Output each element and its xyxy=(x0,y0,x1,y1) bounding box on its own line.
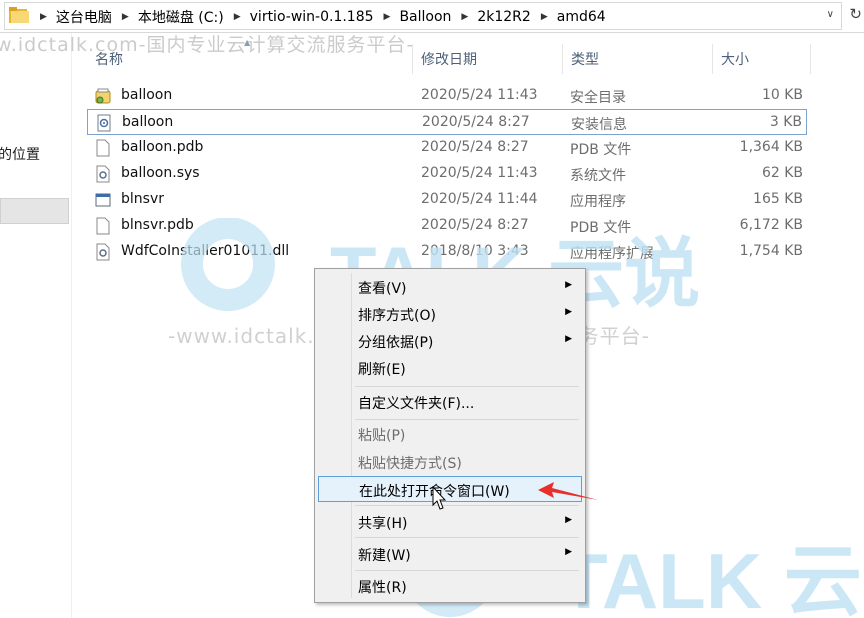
folder-icon xyxy=(9,7,29,23)
menu-item-share[interactable]: 共享(H) ▶ xyxy=(318,509,582,535)
file-row[interactable]: balloon 2020/5/24 11:43 安全目录 10 KB xyxy=(87,83,807,109)
file-size: 62 KB xyxy=(761,165,803,181)
submenu-arrow-icon: ▶ xyxy=(565,280,572,290)
menu-item-properties[interactable]: 属性(R) xyxy=(318,573,582,599)
menu-item-group[interactable]: 分组依据(P) ▶ xyxy=(318,328,582,354)
breadcrumb-item[interactable]: 这台电脑 xyxy=(56,7,112,27)
file-row[interactable]: blnsvr 2020/5/24 11:44 应用程序 165 KB xyxy=(87,187,807,213)
address-bar[interactable]: ▶ 这台电脑 ▶ 本地磁盘 (C:) ▶ virtio-win-0.1.185 … xyxy=(0,0,864,33)
setup-info-icon xyxy=(97,114,111,132)
menu-item-customize-folder[interactable]: 自定义文件夹(F)... xyxy=(318,389,582,415)
column-label: 类型 xyxy=(571,52,599,68)
chevron-right-icon[interactable]: ▶ xyxy=(384,12,391,22)
annotation-arrow-icon xyxy=(538,482,598,500)
file-date: 2020/5/24 8:27 xyxy=(422,114,530,130)
file-row[interactable]: balloon.sys 2020/5/24 11:43 系统文件 62 KB xyxy=(87,161,807,187)
column-label: 修改日期 xyxy=(421,52,477,68)
file-row[interactable]: balloon 2020/5/24 8:27 安装信息 3 KB xyxy=(87,109,807,135)
submenu-arrow-icon: ▶ xyxy=(565,515,572,525)
column-label: 大小 xyxy=(721,52,749,68)
application-icon xyxy=(95,193,111,207)
menu-separator xyxy=(355,505,579,506)
breadcrumb-item[interactable]: Balloon xyxy=(399,9,451,25)
menu-item-label: 分组依据(P) xyxy=(358,335,434,351)
menu-item-sort[interactable]: 排序方式(O) ▶ xyxy=(318,301,582,327)
breadcrumb: ▶ 这台电脑 ▶ 本地磁盘 (C:) ▶ virtio-win-0.1.185 … xyxy=(40,0,616,33)
file-size: 6,172 KB xyxy=(739,217,803,233)
menu-separator xyxy=(355,570,579,571)
column-label: 名称 xyxy=(95,52,123,68)
chevron-down-icon[interactable]: ∨ xyxy=(827,9,834,20)
menu-item-label: 查看(V) xyxy=(358,281,407,297)
mouse-cursor-icon xyxy=(432,486,447,510)
breadcrumb-item[interactable]: amd64 xyxy=(557,9,606,25)
menu-item-view[interactable]: 查看(V) ▶ xyxy=(318,274,582,300)
file-date: 2020/5/24 8:27 xyxy=(421,139,529,155)
menu-item-label: 粘贴(P) xyxy=(358,428,406,444)
file-type: 安装信息 xyxy=(571,117,627,133)
file-row[interactable]: balloon.pdb 2020/5/24 8:27 PDB 文件 1,364 … xyxy=(87,135,807,161)
chevron-right-icon[interactable]: ▶ xyxy=(122,12,129,22)
file-size: 3 KB xyxy=(769,114,802,130)
submenu-arrow-icon: ▶ xyxy=(565,334,572,344)
menu-separator xyxy=(355,386,579,387)
file-type: 安全目录 xyxy=(570,90,626,106)
file-size: 1,364 KB xyxy=(739,139,803,155)
menu-item-label: 共享(H) xyxy=(358,516,408,532)
file-type: 系统文件 xyxy=(570,168,626,184)
file-icon xyxy=(96,217,110,235)
menu-item-label: 新建(W) xyxy=(358,548,411,564)
file-type: 应用程序 xyxy=(570,194,626,210)
file-size: 165 KB xyxy=(753,191,803,207)
menu-item-new[interactable]: 新建(W) ▶ xyxy=(318,541,582,567)
sort-ascending-icon: ▲ xyxy=(244,38,251,47)
watermark-logo-text: TALK 云 xyxy=(560,537,862,618)
column-header-type[interactable]: 类型 xyxy=(563,44,713,74)
menu-item-label: 属性(R) xyxy=(358,580,407,596)
menu-item-label: 刷新(E) xyxy=(358,362,406,378)
context-menu: 查看(V) ▶ 排序方式(O) ▶ 分组依据(P) ▶ 刷新(E) 自定义文件夹… xyxy=(314,268,586,603)
file-name: balloon xyxy=(122,114,174,130)
refresh-icon[interactable]: ↻ xyxy=(849,5,862,23)
chevron-right-icon[interactable]: ▶ xyxy=(461,12,468,22)
menu-separator xyxy=(355,419,579,420)
file-name: balloon.sys xyxy=(121,165,200,181)
menu-item-label: 自定义文件夹(F)... xyxy=(358,396,475,412)
nav-location-label[interactable]: 的位置 xyxy=(0,144,40,164)
file-name: balloon xyxy=(121,87,173,103)
file-date: 2020/5/24 11:43 xyxy=(421,165,538,181)
nav-selected-item[interactable] xyxy=(0,198,69,224)
column-header-name[interactable]: 名称 xyxy=(87,44,413,74)
chevron-right-icon[interactable]: ▶ xyxy=(541,12,548,22)
file-name: balloon.pdb xyxy=(121,139,204,155)
breadcrumb-item[interactable]: virtio-win-0.1.185 xyxy=(250,9,374,25)
file-date: 2020/5/24 11:43 xyxy=(421,87,538,103)
navigation-pane: 的位置 xyxy=(0,33,72,618)
file-icon xyxy=(96,139,110,157)
file-size: 1,754 KB xyxy=(739,243,803,259)
security-catalog-icon xyxy=(95,88,111,104)
menu-item-label: 排序方式(O) xyxy=(358,308,436,324)
chevron-right-icon[interactable]: ▶ xyxy=(234,12,241,22)
menu-item-paste-shortcut[interactable]: 粘贴快捷方式(S) xyxy=(318,449,582,475)
breadcrumb-item[interactable]: 2k12R2 xyxy=(477,9,530,25)
menu-item-label: 粘贴快捷方式(S) xyxy=(358,456,462,472)
column-header-date[interactable]: 修改日期 xyxy=(413,44,563,74)
submenu-arrow-icon: ▶ xyxy=(565,307,572,317)
file-date: 2020/5/24 11:44 xyxy=(421,191,538,207)
system-file-icon xyxy=(96,165,110,183)
file-type: PDB 文件 xyxy=(570,142,632,158)
chevron-right-icon[interactable]: ▶ xyxy=(40,12,47,22)
submenu-arrow-icon: ▶ xyxy=(565,547,572,557)
menu-separator xyxy=(355,537,579,538)
file-name: blnsvr xyxy=(121,191,164,207)
breadcrumb-item[interactable]: 本地磁盘 (C:) xyxy=(138,7,224,27)
menu-item-paste[interactable]: 粘贴(P) xyxy=(318,421,582,447)
dll-icon xyxy=(96,243,110,261)
menu-item-refresh[interactable]: 刷新(E) xyxy=(318,355,582,381)
column-header-size[interactable]: 大小 xyxy=(713,44,811,74)
file-size: 10 KB xyxy=(761,87,803,103)
